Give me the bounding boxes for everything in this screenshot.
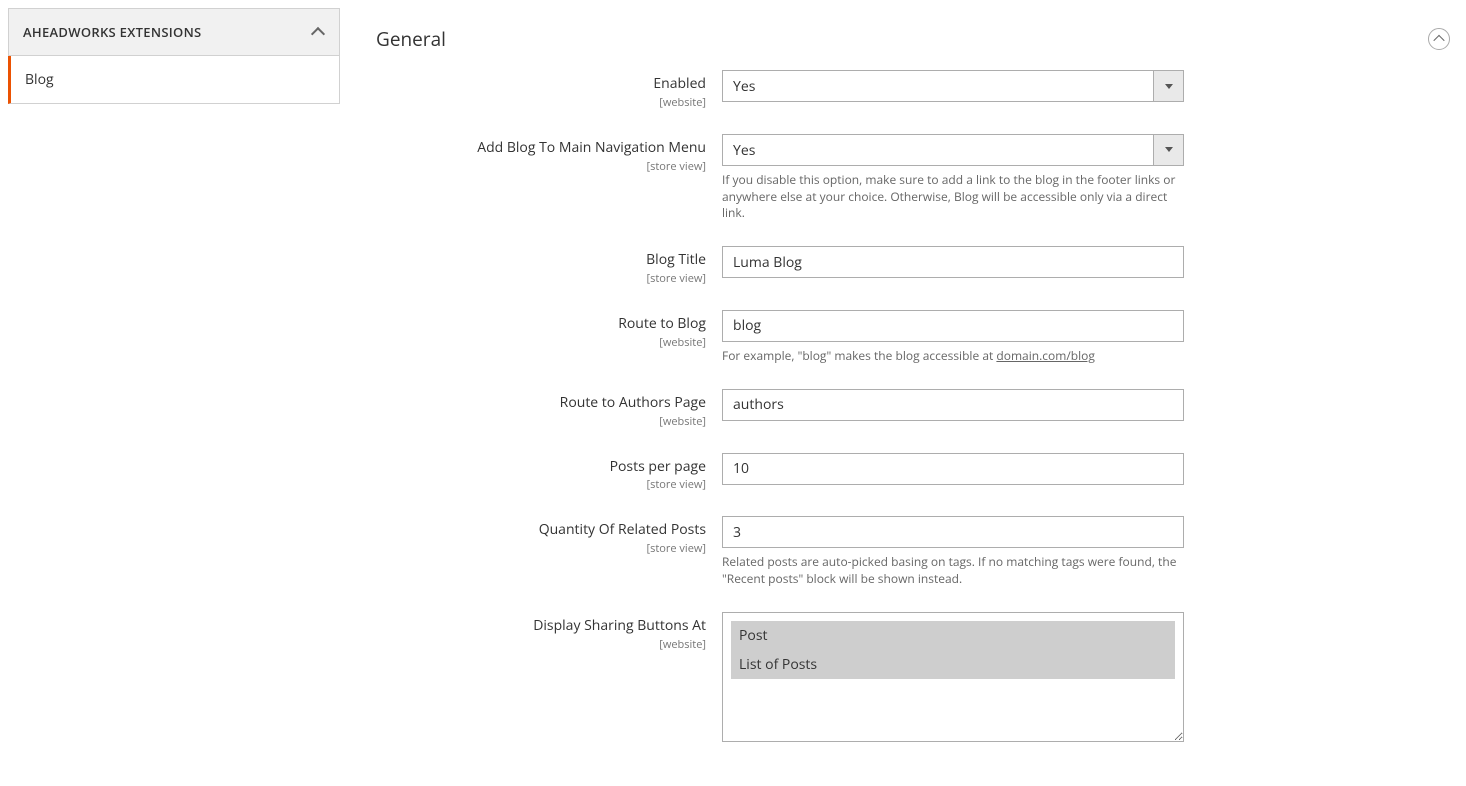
sidebar-section-header[interactable]: AHEADWORKS EXTENSIONS — [8, 8, 340, 56]
field-scope: [website] — [376, 637, 706, 652]
section-title: General — [376, 26, 446, 52]
multiselect-option[interactable]: Post — [731, 621, 1175, 650]
chevron-up-icon — [311, 25, 325, 39]
section-header: General — [376, 8, 1456, 70]
field-label: Blog Title — [376, 252, 706, 269]
field-row-posts-per-page: Posts per page [store view] — [376, 453, 1456, 493]
field-row-sharing: Display Sharing Buttons At [website] Pos… — [376, 612, 1456, 742]
field-scope: [store view] — [376, 159, 706, 174]
route-authors-input[interactable] — [722, 389, 1184, 421]
sidebar-item-label: Blog — [25, 70, 54, 89]
label-col: Route to Authors Page [website] — [376, 389, 722, 429]
field-label: Posts per page — [376, 459, 706, 476]
main-content: General Enabled [website] Yes Add Blog T… — [348, 0, 1466, 786]
select-value: Yes — [723, 135, 1153, 165]
chevron-down-icon[interactable] — [1153, 135, 1183, 165]
field-label: Route to Blog — [376, 316, 706, 333]
input-col — [722, 389, 1184, 421]
field-row-route-authors: Route to Authors Page [website] — [376, 389, 1456, 429]
field-row-route-blog: Route to Blog [website] For example, "bl… — [376, 310, 1456, 365]
posts-per-page-input[interactable] — [722, 453, 1184, 485]
sidebar-item-blog[interactable]: Blog — [8, 56, 340, 104]
sharing-multiselect[interactable]: PostList of Posts — [722, 612, 1184, 742]
label-col: Display Sharing Buttons At [website] — [376, 612, 722, 652]
field-scope: [store view] — [376, 541, 706, 556]
chevron-down-icon[interactable] — [1153, 71, 1183, 101]
field-scope: [website] — [376, 95, 706, 110]
field-row-related-qty: Quantity Of Related Posts [store view] R… — [376, 516, 1456, 588]
input-col: Related posts are auto-picked basing on … — [722, 516, 1184, 588]
add-nav-select[interactable]: Yes — [722, 134, 1184, 166]
label-col: Blog Title [store view] — [376, 246, 722, 286]
field-note: Related posts are auto-picked basing on … — [722, 554, 1184, 588]
note-link[interactable]: domain.com/blog — [996, 347, 1094, 364]
input-col: Yes If you disable this option, make sur… — [722, 134, 1184, 222]
field-label: Quantity Of Related Posts — [376, 522, 706, 539]
field-scope: [store view] — [376, 271, 706, 286]
field-scope: [website] — [376, 414, 706, 429]
input-col — [722, 453, 1184, 485]
field-scope: [store view] — [376, 477, 706, 492]
collapse-icon[interactable] — [1428, 28, 1450, 50]
field-label: Add Blog To Main Navigation Menu — [376, 140, 706, 157]
field-note: For example, "blog" makes the blog acces… — [722, 348, 1184, 365]
label-col: Quantity Of Related Posts [store view] — [376, 516, 722, 556]
note-prefix: For example, "blog" makes the blog acces… — [722, 347, 996, 364]
label-col: Posts per page [store view] — [376, 453, 722, 493]
input-col: PostList of Posts — [722, 612, 1184, 742]
field-note: If you disable this option, make sure to… — [722, 172, 1184, 222]
multiselect-option[interactable]: List of Posts — [731, 650, 1175, 679]
field-label: Display Sharing Buttons At — [376, 618, 706, 635]
input-col — [722, 246, 1184, 278]
field-row-add-nav: Add Blog To Main Navigation Menu [store … — [376, 134, 1456, 222]
related-qty-input[interactable] — [722, 516, 1184, 548]
field-scope: [website] — [376, 335, 706, 350]
input-col: Yes — [722, 70, 1184, 102]
field-label: Enabled — [376, 76, 706, 93]
label-col: Route to Blog [website] — [376, 310, 722, 350]
blog-title-input[interactable] — [722, 246, 1184, 278]
route-blog-input[interactable] — [722, 310, 1184, 342]
sidebar-header-label: AHEADWORKS EXTENSIONS — [23, 23, 202, 41]
field-row-enabled: Enabled [website] Yes — [376, 70, 1456, 110]
input-col: For example, "blog" makes the blog acces… — [722, 310, 1184, 365]
select-value: Yes — [723, 71, 1153, 101]
field-label: Route to Authors Page — [376, 395, 706, 412]
sidebar: AHEADWORKS EXTENSIONS Blog — [0, 0, 348, 786]
label-col: Enabled [website] — [376, 70, 722, 110]
enabled-select[interactable]: Yes — [722, 70, 1184, 102]
field-row-blog-title: Blog Title [store view] — [376, 246, 1456, 286]
label-col: Add Blog To Main Navigation Menu [store … — [376, 134, 722, 174]
